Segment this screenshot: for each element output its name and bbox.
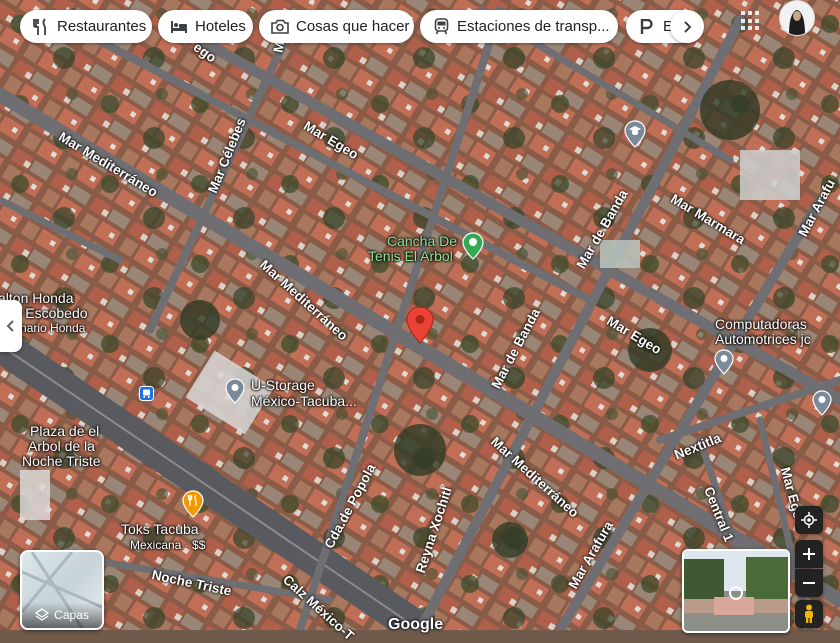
layers-button[interactable]: Capas xyxy=(20,550,104,630)
chip-restaurantes[interactable]: Restaurantes xyxy=(20,10,152,43)
apps-grid-icon[interactable] xyxy=(741,11,761,31)
pegman-button[interactable] xyxy=(795,600,823,628)
plaza-label: Plaza de el xyxy=(30,423,100,439)
school-pin-icon[interactable] xyxy=(624,120,646,148)
place-pin-icon[interactable] xyxy=(225,378,245,404)
zoom-out-button[interactable] xyxy=(795,569,823,597)
chevron-right-icon xyxy=(684,20,692,33)
place-pin-icon[interactable] xyxy=(714,349,734,375)
expand-panel-button[interactable] xyxy=(0,300,22,352)
my-location-button[interactable] xyxy=(795,506,823,534)
chips-next-button[interactable] xyxy=(670,10,704,43)
location-pin-icon[interactable] xyxy=(406,306,434,344)
camera-icon xyxy=(271,18,289,36)
chip-estaciones[interactable]: Estaciones de transp... xyxy=(420,10,618,43)
avatar[interactable] xyxy=(779,0,815,36)
cancha-label: Cancha De xyxy=(387,233,458,249)
cancha-label: Tenis El Arbol xyxy=(368,248,453,264)
plaza-label: Arbol de la xyxy=(28,438,95,454)
park-pin-icon[interactable] xyxy=(462,232,484,260)
crosshair-icon xyxy=(801,512,817,528)
chip-hoteles[interactable]: Hoteles xyxy=(158,10,253,43)
layers-icon xyxy=(35,608,50,621)
street-view-image xyxy=(684,551,788,631)
chip-label: Estaciones de transp... xyxy=(457,18,610,35)
toks-sub: Mexicana · $$ xyxy=(130,538,206,552)
bus-stop-icon[interactable] xyxy=(139,386,154,401)
restaurant-icon xyxy=(32,17,50,36)
zoom-in-button[interactable] xyxy=(795,540,823,568)
ustorage-label: México-Tacuba... xyxy=(251,393,357,409)
pegman-icon xyxy=(805,604,813,623)
place-pin-icon[interactable] xyxy=(812,390,832,416)
hotel-icon xyxy=(170,18,188,36)
parking-icon xyxy=(638,18,656,36)
chip-label: Cosas que hacer xyxy=(296,18,410,35)
toks-label: Toks Tacuba xyxy=(121,521,199,537)
train-icon xyxy=(432,18,450,36)
computadoras-label: Automotrices jc xyxy=(715,331,811,347)
street-label: Google xyxy=(388,616,444,633)
chevron-left-icon xyxy=(6,320,14,332)
avatar-image xyxy=(780,1,814,35)
layers-label: Capas xyxy=(54,608,89,622)
minus-icon xyxy=(803,582,815,584)
chip-cosas-que-hacer[interactable]: Cosas que hacer xyxy=(259,10,414,43)
chip-label: Restaurantes xyxy=(57,18,147,35)
plus-icon xyxy=(803,548,815,560)
computadoras-label: Computadoras xyxy=(715,316,807,332)
restaurant-pin-icon[interactable] xyxy=(182,490,204,518)
chip-label: Hoteles xyxy=(195,18,246,35)
plaza-label: Noche Triste xyxy=(22,453,101,469)
ustorage-label: U-Storage xyxy=(251,377,315,393)
street-view-thumbnail[interactable] xyxy=(682,549,790,633)
